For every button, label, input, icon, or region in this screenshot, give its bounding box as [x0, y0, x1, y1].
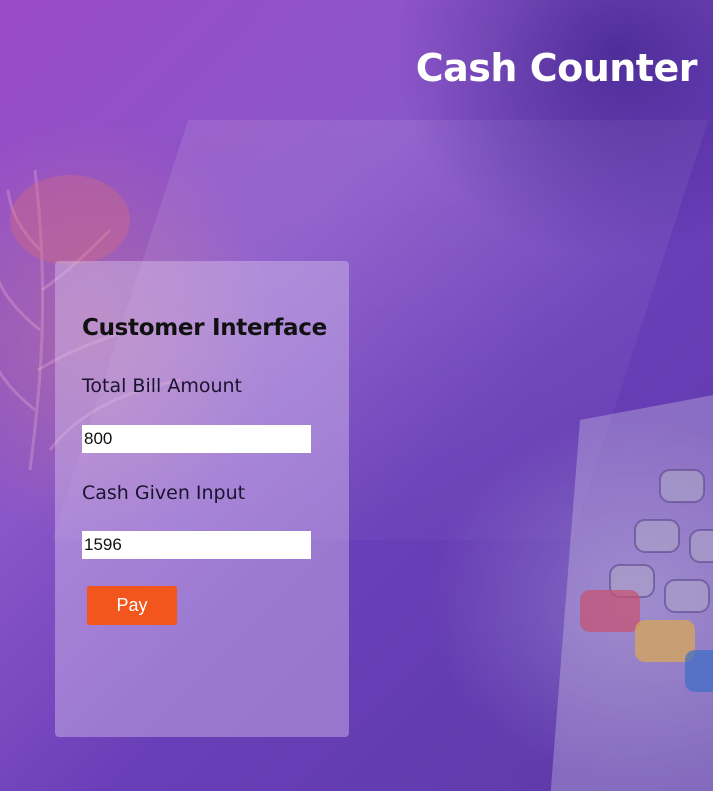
cash-given-label: Cash Given Input — [82, 482, 246, 504]
customer-interface-panel: Customer Interface Total Bill Amount Cas… — [55, 261, 349, 737]
total-bill-label: Total Bill Amount — [82, 375, 242, 397]
cash-given-input[interactable] — [82, 531, 311, 559]
total-bill-input[interactable] — [82, 425, 311, 453]
page-title: Cash Counter — [415, 46, 698, 90]
panel-heading: Customer Interface — [82, 315, 327, 341]
card-terminal-icon — [550, 395, 713, 791]
background-shadow — [393, 0, 713, 260]
pay-button[interactable]: Pay — [87, 586, 177, 625]
